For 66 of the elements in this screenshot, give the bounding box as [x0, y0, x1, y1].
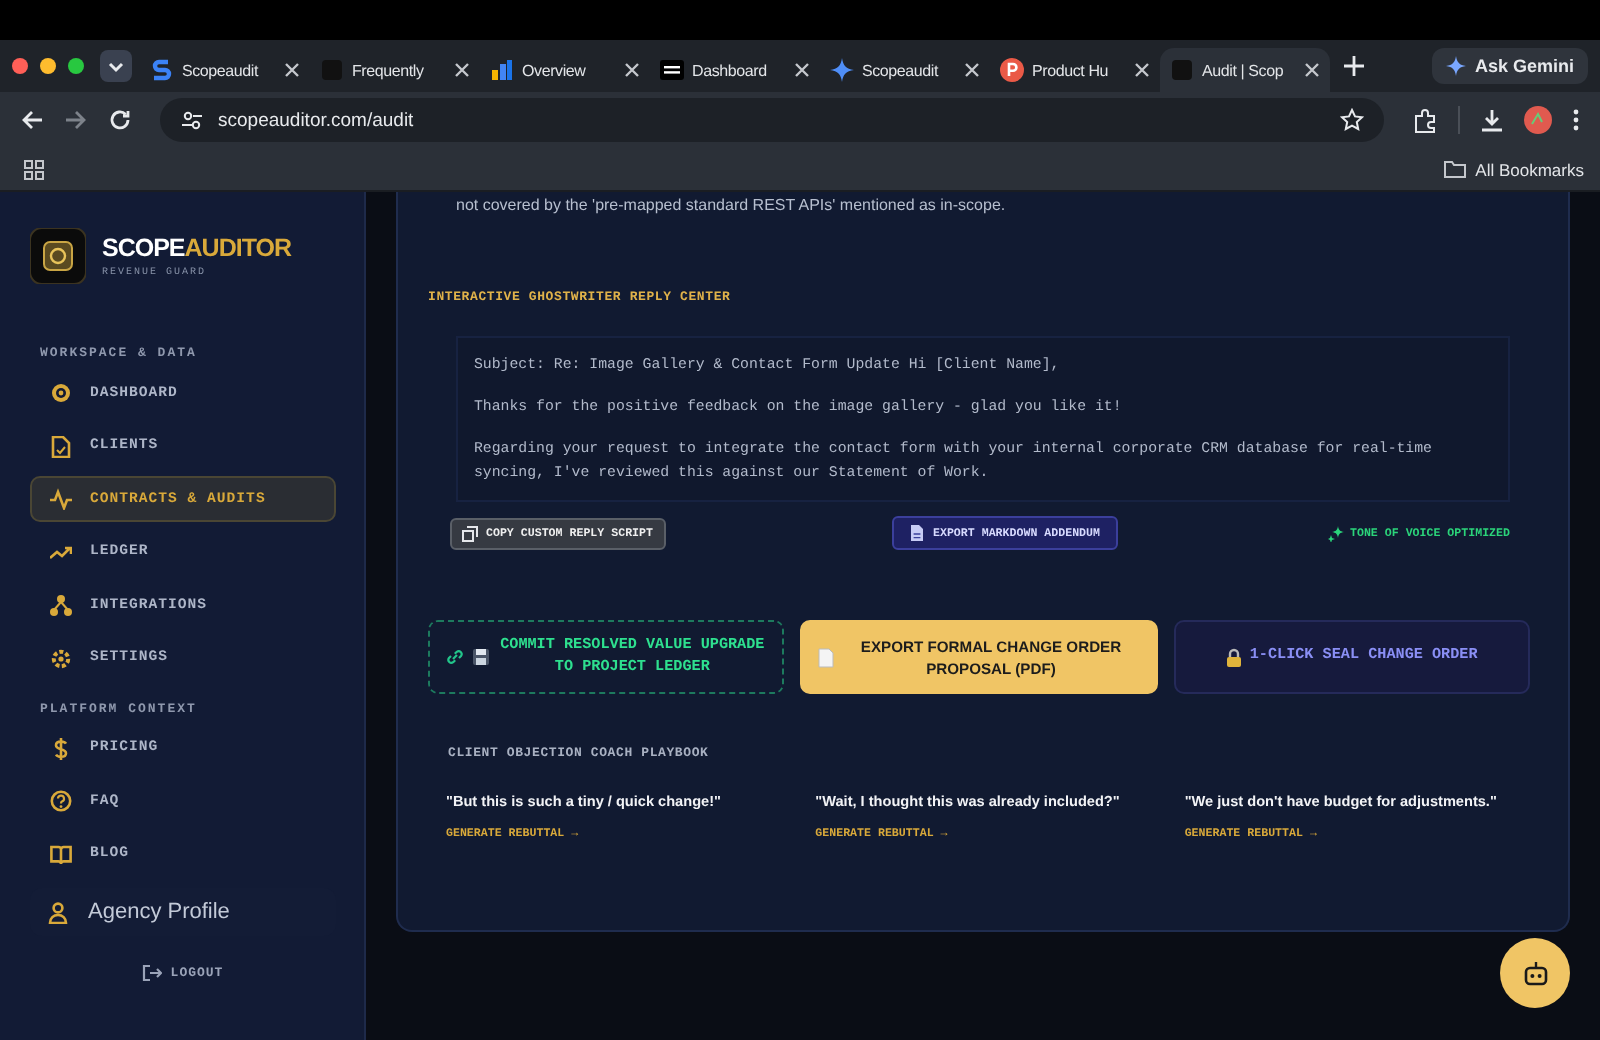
gear-icon	[50, 647, 72, 670]
browser-tab[interactable]: Overview	[480, 48, 650, 92]
p-circle-icon	[1000, 58, 1024, 82]
brand-name: SCOPEAUDITOR	[102, 234, 291, 262]
close-icon[interactable]	[1134, 62, 1150, 78]
site-settings-icon	[180, 108, 204, 132]
close-icon[interactable]	[624, 62, 640, 78]
apps-grid-icon[interactable]	[24, 159, 44, 179]
browser-tab[interactable]: Audit | Scop	[1160, 48, 1330, 92]
link-icon	[446, 648, 464, 666]
robot-icon	[1521, 959, 1549, 987]
assistant-button[interactable]	[1500, 938, 1570, 1008]
logout-icon	[142, 964, 163, 983]
s-logo-icon	[150, 58, 174, 82]
book-icon	[50, 843, 72, 866]
avatar-icon[interactable]	[1524, 106, 1552, 134]
close-icon[interactable]	[964, 62, 980, 78]
tab-title: Frequently	[352, 61, 426, 79]
target-icon	[50, 382, 72, 404]
padlock-icon	[1225, 647, 1242, 667]
extensions-icon[interactable]	[1412, 107, 1438, 133]
ask-gemini-button[interactable]: Ask Gemini	[1432, 48, 1588, 84]
address-field[interactable]: scopeauditor.com/audit	[160, 98, 1384, 142]
browser-tab[interactable]: Scopeaudit	[140, 48, 310, 92]
dollar-icon	[50, 737, 72, 760]
square-icon	[1170, 58, 1194, 82]
network-icon	[50, 594, 72, 617]
close-icon[interactable]	[284, 62, 300, 78]
sparkle-icon	[1446, 56, 1467, 76]
document-icon	[909, 524, 923, 542]
window-controls[interactable]	[12, 58, 84, 74]
tab-title: Product Hu	[1032, 61, 1111, 79]
bar-chart-icon	[490, 58, 514, 82]
download-icon[interactable]	[1480, 108, 1504, 132]
browser-tab[interactable]: Scopeaudit	[820, 48, 990, 92]
tab-title: Scopeaudit	[182, 61, 261, 79]
folder-icon	[1443, 160, 1466, 178]
back-icon[interactable]	[20, 108, 44, 132]
more-menu-icon[interactable]	[1572, 108, 1580, 132]
tab-title: Dashboard	[692, 61, 769, 79]
copy-icon	[462, 525, 478, 541]
brand-logo-icon	[30, 228, 86, 284]
reload-icon[interactable]	[108, 108, 132, 132]
browser-tab[interactable]: Frequently	[310, 48, 480, 92]
browser-tab[interactable]: Product Hu	[990, 48, 1160, 92]
close-icon[interactable]	[1304, 62, 1320, 78]
sparkles-icon	[1327, 525, 1344, 541]
square-icon	[320, 58, 344, 82]
help-icon	[50, 790, 72, 813]
browser-tab[interactable]: Dashboard	[650, 48, 820, 92]
forward-icon[interactable]	[64, 108, 88, 132]
close-icon[interactable]	[454, 62, 470, 78]
finding-text: not covered by the 'pre-mapped standard REST APIs' mentioned as in-scope.	[456, 196, 1008, 214]
sparkle-icon	[830, 58, 854, 82]
new-tab-icon[interactable]	[1344, 56, 1364, 76]
tab-title: Overview	[522, 61, 588, 79]
trend-up-icon	[50, 541, 72, 564]
close-icon[interactable]	[794, 62, 810, 78]
tab-title: Audit | Scop	[1202, 61, 1286, 79]
pulse-icon	[50, 488, 72, 511]
page-icon	[818, 647, 835, 667]
document-icon	[50, 435, 72, 458]
user-icon	[48, 901, 68, 924]
star-icon[interactable]	[1340, 108, 1364, 132]
tab-title: Scopeaudit	[862, 61, 941, 79]
bookmarks-folder[interactable]: All Bookmarks	[1443, 159, 1584, 179]
